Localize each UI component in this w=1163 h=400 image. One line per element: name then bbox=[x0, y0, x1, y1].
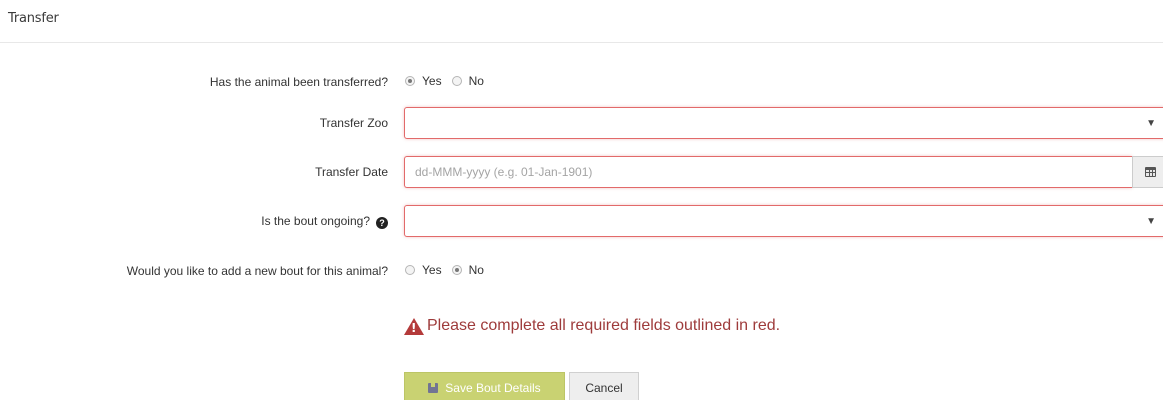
chevron-down-icon: ▼ bbox=[1146, 216, 1156, 227]
cancel-button[interactable]: Cancel bbox=[569, 372, 639, 400]
transferred-no-label[interactable]: No bbox=[469, 74, 484, 88]
transfer-zoo-select[interactable]: ▼ bbox=[404, 107, 1163, 139]
validation-alert: Please complete all required fields outl… bbox=[404, 317, 780, 335]
bout-ongoing-label: Is the bout ongoing? bbox=[261, 214, 370, 228]
floppy-disk-icon bbox=[428, 383, 439, 393]
transferred-radio-group: Yes No bbox=[405, 74, 494, 88]
new-bout-no-radio[interactable] bbox=[451, 265, 462, 275]
new-bout-no-label[interactable]: No bbox=[469, 263, 484, 277]
transferred-yes-label[interactable]: Yes bbox=[422, 74, 442, 88]
transfer-date-input[interactable] bbox=[404, 156, 1132, 188]
transferred-yes-radio[interactable] bbox=[405, 76, 415, 86]
section-title: Transfer bbox=[8, 11, 59, 26]
bout-ongoing-label-row: Is the bout ongoing?? bbox=[261, 214, 388, 229]
bout-ongoing-select[interactable]: ▼ bbox=[404, 205, 1163, 237]
save-bout-label: Save Bout Details bbox=[445, 381, 541, 395]
new-bout-yes-label[interactable]: Yes bbox=[422, 263, 442, 277]
transferred-label: Has the animal been transferred? bbox=[209, 75, 388, 89]
new-bout-label: Would you like to add a new bout for thi… bbox=[126, 264, 388, 278]
transferred-no-radio[interactable] bbox=[451, 76, 462, 86]
warning-icon bbox=[404, 317, 424, 335]
new-bout-yes-radio[interactable] bbox=[405, 265, 415, 275]
validation-message: Please complete all required fields outl… bbox=[427, 317, 781, 334]
question-circle-icon[interactable]: ? bbox=[376, 217, 388, 229]
save-bout-button[interactable]: Save Bout Details bbox=[404, 372, 565, 400]
chevron-down-icon: ▼ bbox=[1146, 118, 1156, 129]
cancel-label: Cancel bbox=[585, 381, 623, 395]
transfer-date-label: Transfer Date bbox=[315, 165, 388, 179]
calendar-icon bbox=[1144, 167, 1156, 177]
section-divider bbox=[0, 42, 1163, 43]
transfer-zoo-label: Transfer Zoo bbox=[319, 116, 388, 130]
date-picker-button[interactable] bbox=[1132, 156, 1163, 188]
new-bout-radio-group: Yes No bbox=[405, 263, 494, 277]
